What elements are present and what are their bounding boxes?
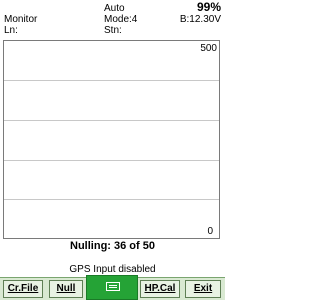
battery-percent: 99%: [196, 0, 221, 14]
gridline: [4, 80, 219, 81]
hp-cal-button[interactable]: HP.Cal: [140, 280, 180, 298]
null-button[interactable]: Null: [49, 280, 83, 298]
battery-voltage: B:12.30V: [179, 14, 221, 25]
exit-button[interactable]: Exit: [185, 280, 221, 298]
y-axis-min-label: 0: [207, 226, 213, 237]
line-label: Ln:: [4, 25, 18, 36]
gridline: [4, 160, 219, 161]
keyboard-button[interactable]: [86, 275, 138, 300]
keyboard-icon: [106, 282, 120, 291]
station-label: Stn:: [104, 25, 122, 36]
app-name: Monitor: [4, 14, 38, 25]
mode-label: Mode:4: [104, 14, 138, 25]
gridline: [4, 199, 219, 200]
status-bar: Monitor Ln: Auto Mode:4 Stn: 99% B:12.30…: [0, 0, 225, 40]
y-axis-max-label: 500: [200, 43, 217, 54]
create-file-button[interactable]: Cr.File: [3, 280, 43, 298]
gridline: [4, 120, 219, 121]
mode-top: Auto: [104, 3, 125, 14]
signal-plot: 500 0: [3, 40, 220, 239]
nulling-progress: Nulling: 36 of 50: [70, 240, 155, 252]
